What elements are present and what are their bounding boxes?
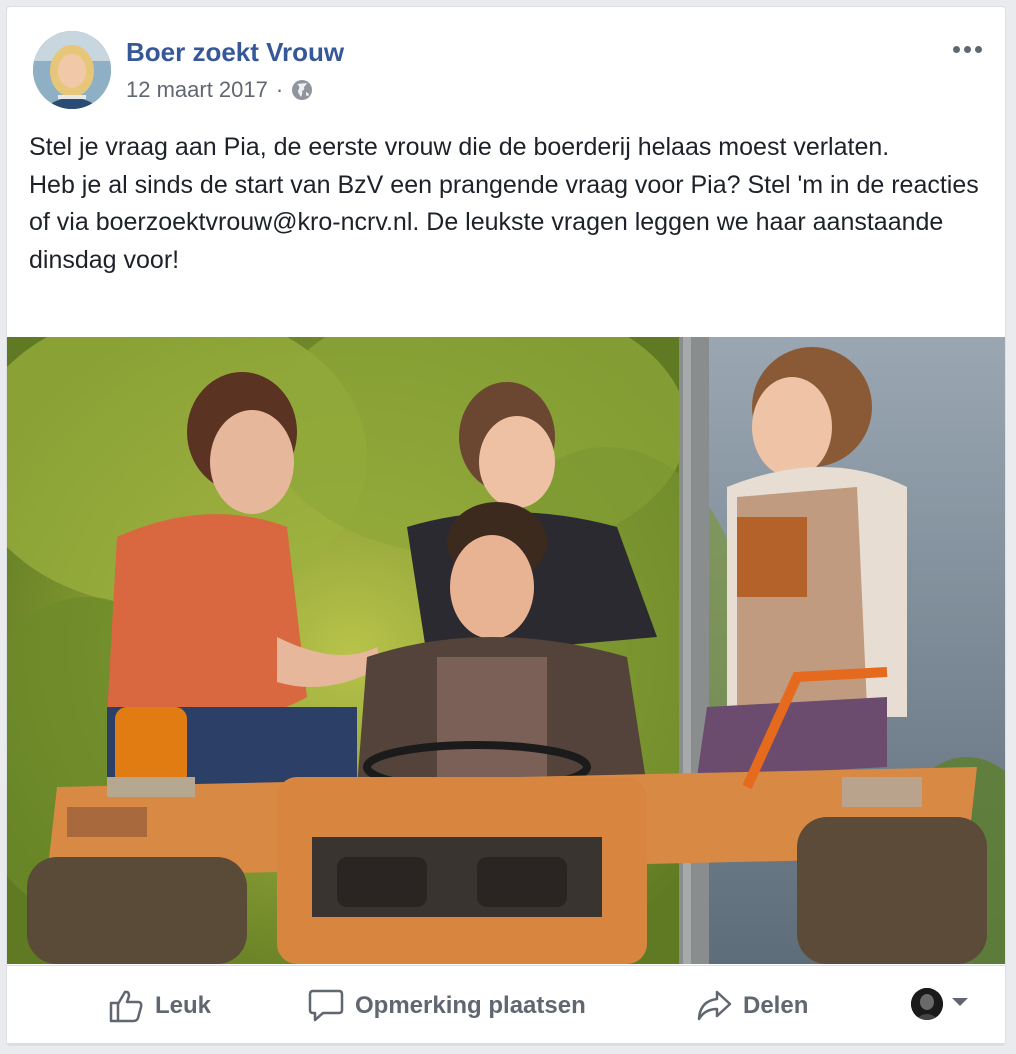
post-text: Stel je vraag aan Pia, de eerste vrouw d… [29,129,989,279]
post-meta: 12 maart 2017 · [126,77,313,103]
comment-icon [307,987,345,1025]
comment-label: Opmerking plaatsen [355,992,586,1019]
post-photo[interactable] [7,337,1005,964]
share-arrow-icon [695,987,733,1025]
more-options-icon[interactable] [947,37,987,61]
card-bottom-divider [7,1043,1005,1045]
tractor-photo [7,337,1005,964]
page-avatar[interactable] [33,31,111,109]
thumbs-up-icon [107,987,145,1025]
post-text-line-1: Stel je vraag aan Pia, de eerste vrouw d… [29,133,890,161]
avatar-image [33,31,111,109]
like-label: Leuk [155,992,212,1019]
page-name-link[interactable]: Boer zoekt Vrouw [126,37,344,68]
post-text-line-2: Heb je al sinds de start van BzV een pra… [29,170,979,274]
post-card: Boer zoekt Vrouw 12 maart 2017 · Stel je… [6,6,1006,1046]
user-avatar [911,988,943,1020]
chevron-down-icon [951,995,969,1013]
globe-icon[interactable] [291,79,313,101]
post-actions-bar: Leuk Opmerking plaatsen Delen [7,965,1005,1045]
meta-separator: · [275,77,284,102]
post-date[interactable]: 12 maart 2017 [126,77,268,103]
like-button[interactable]: Leuk [107,986,211,1026]
reaction-identity-selector[interactable] [911,988,969,1020]
comment-button[interactable]: Opmerking plaatsen [307,986,586,1026]
share-label: Delen [743,992,809,1019]
share-button[interactable]: Delen [695,986,808,1026]
